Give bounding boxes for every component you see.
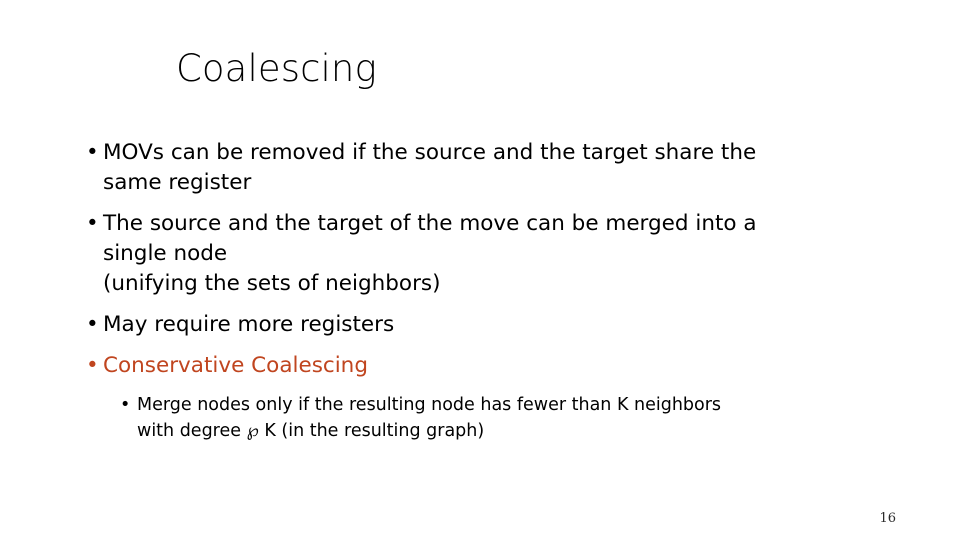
slide-body: • MOVs can be removed if the source and … bbox=[76, 138, 816, 444]
bullet-marker-icon: • bbox=[120, 395, 131, 415]
bullet-marker-icon: • bbox=[86, 312, 99, 337]
list-item-highlighted: • Conservative Coalescing bbox=[76, 351, 816, 381]
bullet-marker-icon: • bbox=[86, 140, 99, 165]
list-item-line: single node bbox=[103, 241, 228, 266]
slide-canvas: Coalescing • MOVs can be removed if the … bbox=[0, 0, 960, 540]
list-item-line: May require more registers bbox=[103, 312, 395, 337]
list-item-line: Conservative Coalescing bbox=[103, 353, 368, 378]
list-item-line: The source and the target of the move ca… bbox=[103, 211, 757, 236]
sub-list-item-line: Merge nodes only if the resulting node h… bbox=[137, 395, 722, 415]
sub-list-item-line: with degree ℘ K (in the resulting graph) bbox=[137, 421, 485, 441]
page-number: 16 bbox=[879, 511, 896, 526]
list-item-line: (unifying the sets of neighbors) bbox=[103, 271, 441, 296]
list-item-line: MOVs can be removed if the source and th… bbox=[103, 140, 757, 165]
page-title: Coalescing bbox=[176, 47, 377, 90]
list-item: • MOVs can be removed if the source and … bbox=[76, 138, 816, 198]
list-item: • May require more registers bbox=[76, 310, 816, 340]
list-item: • The source and the target of the move … bbox=[76, 209, 816, 299]
sub-list-item: • Merge nodes only if the resulting node… bbox=[76, 392, 816, 444]
bullet-marker-icon: • bbox=[86, 211, 99, 236]
list-item-line: same register bbox=[103, 170, 252, 195]
bullet-marker-icon: • bbox=[86, 353, 99, 378]
